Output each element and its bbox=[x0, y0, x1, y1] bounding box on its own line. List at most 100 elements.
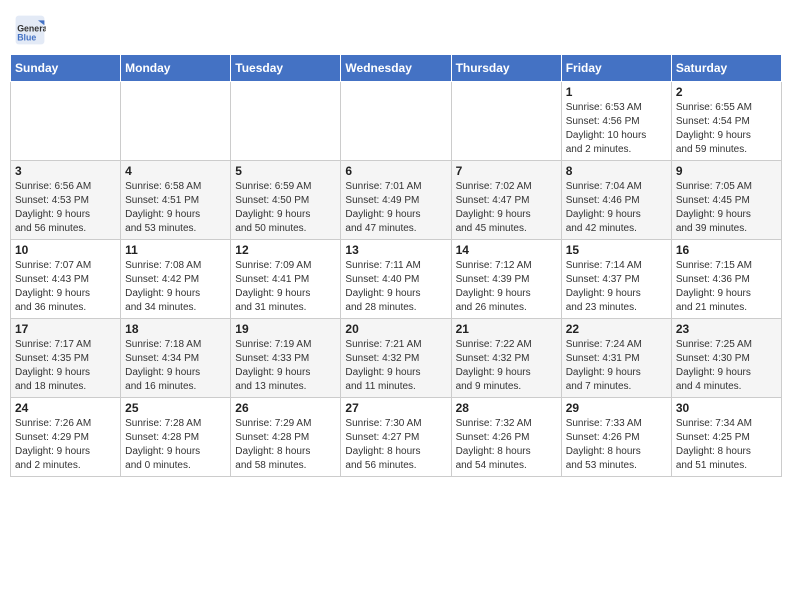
day-number: 11 bbox=[125, 243, 226, 257]
day-number: 23 bbox=[676, 322, 777, 336]
day-number: 29 bbox=[566, 401, 667, 415]
weekday-header: Wednesday bbox=[341, 55, 451, 82]
day-detail: Sunrise: 7:32 AM Sunset: 4:26 PM Dayligh… bbox=[456, 417, 557, 473]
day-number: 13 bbox=[345, 243, 446, 257]
calendar-cell bbox=[341, 82, 451, 161]
day-detail: Sunrise: 7:26 AM Sunset: 4:29 PM Dayligh… bbox=[15, 417, 116, 473]
day-detail: Sunrise: 7:33 AM Sunset: 4:26 PM Dayligh… bbox=[566, 417, 667, 473]
day-number: 24 bbox=[15, 401, 116, 415]
day-number: 3 bbox=[15, 164, 116, 178]
day-number: 12 bbox=[235, 243, 336, 257]
calendar-table: SundayMondayTuesdayWednesdayThursdayFrid… bbox=[10, 54, 782, 477]
day-detail: Sunrise: 7:05 AM Sunset: 4:45 PM Dayligh… bbox=[676, 180, 777, 236]
day-detail: Sunrise: 7:21 AM Sunset: 4:32 PM Dayligh… bbox=[345, 338, 446, 394]
calendar-cell: 9 Sunrise: 7:05 AM Sunset: 4:45 PM Daylig… bbox=[671, 161, 781, 240]
calendar-cell: 26 Sunrise: 7:29 AM Sunset: 4:28 PM Dayli… bbox=[231, 398, 341, 477]
calendar-cell: 28 Sunrise: 7:32 AM Sunset: 4:26 PM Dayli… bbox=[451, 398, 561, 477]
calendar-cell: 6 Sunrise: 7:01 AM Sunset: 4:49 PM Daylig… bbox=[341, 161, 451, 240]
day-number: 30 bbox=[676, 401, 777, 415]
day-number: 19 bbox=[235, 322, 336, 336]
day-detail: Sunrise: 7:30 AM Sunset: 4:27 PM Dayligh… bbox=[345, 417, 446, 473]
day-number: 18 bbox=[125, 322, 226, 336]
day-detail: Sunrise: 7:29 AM Sunset: 4:28 PM Dayligh… bbox=[235, 417, 336, 473]
day-detail: Sunrise: 7:17 AM Sunset: 4:35 PM Dayligh… bbox=[15, 338, 116, 394]
weekday-header: Thursday bbox=[451, 55, 561, 82]
calendar-cell: 14 Sunrise: 7:12 AM Sunset: 4:39 PM Dayli… bbox=[451, 240, 561, 319]
calendar-cell: 20Sunrise: 7:21 AM Sunset: 4:32 PM Dayli… bbox=[341, 319, 451, 398]
calendar-cell: 3Sunrise: 6:56 AM Sunset: 4:53 PM Daylig… bbox=[11, 161, 121, 240]
calendar-cell: 13 Sunrise: 7:11 AM Sunset: 4:40 PM Dayli… bbox=[341, 240, 451, 319]
calendar-cell: 21Sunrise: 7:22 AM Sunset: 4:32 PM Dayli… bbox=[451, 319, 561, 398]
weekday-header: Saturday bbox=[671, 55, 781, 82]
logo: General Blue bbox=[14, 14, 48, 46]
weekday-header: Monday bbox=[121, 55, 231, 82]
day-number: 22 bbox=[566, 322, 667, 336]
day-number: 8 bbox=[566, 164, 667, 178]
calendar-cell: 17Sunrise: 7:17 AM Sunset: 4:35 PM Dayli… bbox=[11, 319, 121, 398]
calendar-cell: 16 Sunrise: 7:15 AM Sunset: 4:36 PM Dayli… bbox=[671, 240, 781, 319]
day-number: 2 bbox=[676, 85, 777, 99]
calendar-cell bbox=[11, 82, 121, 161]
day-number: 9 bbox=[676, 164, 777, 178]
calendar-cell: 11 Sunrise: 7:08 AM Sunset: 4:42 PM Dayli… bbox=[121, 240, 231, 319]
calendar-cell: 22 Sunrise: 7:24 AM Sunset: 4:31 PM Dayli… bbox=[561, 319, 671, 398]
svg-text:Blue: Blue bbox=[17, 32, 36, 42]
calendar-cell: 27 Sunrise: 7:30 AM Sunset: 4:27 PM Dayli… bbox=[341, 398, 451, 477]
calendar-cell: 7Sunrise: 7:02 AM Sunset: 4:47 PM Daylig… bbox=[451, 161, 561, 240]
day-detail: Sunrise: 7:18 AM Sunset: 4:34 PM Dayligh… bbox=[125, 338, 226, 394]
weekday-header: Sunday bbox=[11, 55, 121, 82]
day-number: 26 bbox=[235, 401, 336, 415]
day-number: 5 bbox=[235, 164, 336, 178]
day-number: 15 bbox=[566, 243, 667, 257]
calendar-cell: 18 Sunrise: 7:18 AM Sunset: 4:34 PM Dayli… bbox=[121, 319, 231, 398]
day-number: 4 bbox=[125, 164, 226, 178]
weekday-header: Friday bbox=[561, 55, 671, 82]
calendar-cell: 29 Sunrise: 7:33 AM Sunset: 4:26 PM Dayli… bbox=[561, 398, 671, 477]
calendar-cell: 4 Sunrise: 6:58 AM Sunset: 4:51 PM Daylig… bbox=[121, 161, 231, 240]
day-detail: Sunrise: 6:58 AM Sunset: 4:51 PM Dayligh… bbox=[125, 180, 226, 236]
day-detail: Sunrise: 7:12 AM Sunset: 4:39 PM Dayligh… bbox=[456, 259, 557, 315]
day-detail: Sunrise: 7:01 AM Sunset: 4:49 PM Dayligh… bbox=[345, 180, 446, 236]
day-detail: Sunrise: 6:55 AM Sunset: 4:54 PM Dayligh… bbox=[676, 101, 777, 157]
weekday-header: Tuesday bbox=[231, 55, 341, 82]
day-detail: Sunrise: 7:25 AM Sunset: 4:30 PM Dayligh… bbox=[676, 338, 777, 394]
calendar-cell: 8Sunrise: 7:04 AM Sunset: 4:46 PM Daylig… bbox=[561, 161, 671, 240]
day-number: 28 bbox=[456, 401, 557, 415]
calendar-cell: 30Sunrise: 7:34 AM Sunset: 4:25 PM Dayli… bbox=[671, 398, 781, 477]
day-detail: Sunrise: 7:19 AM Sunset: 4:33 PM Dayligh… bbox=[235, 338, 336, 394]
day-detail: Sunrise: 7:08 AM Sunset: 4:42 PM Dayligh… bbox=[125, 259, 226, 315]
day-detail: Sunrise: 7:02 AM Sunset: 4:47 PM Dayligh… bbox=[456, 180, 557, 236]
day-detail: Sunrise: 7:24 AM Sunset: 4:31 PM Dayligh… bbox=[566, 338, 667, 394]
day-detail: Sunrise: 7:28 AM Sunset: 4:28 PM Dayligh… bbox=[125, 417, 226, 473]
day-number: 27 bbox=[345, 401, 446, 415]
calendar-cell: 25 Sunrise: 7:28 AM Sunset: 4:28 PM Dayli… bbox=[121, 398, 231, 477]
day-number: 14 bbox=[456, 243, 557, 257]
calendar-cell: 10 Sunrise: 7:07 AM Sunset: 4:43 PM Dayli… bbox=[11, 240, 121, 319]
day-detail: Sunrise: 7:14 AM Sunset: 4:37 PM Dayligh… bbox=[566, 259, 667, 315]
day-number: 1 bbox=[566, 85, 667, 99]
day-number: 16 bbox=[676, 243, 777, 257]
page-header: General Blue bbox=[10, 10, 782, 46]
calendar-cell bbox=[121, 82, 231, 161]
day-detail: Sunrise: 7:15 AM Sunset: 4:36 PM Dayligh… bbox=[676, 259, 777, 315]
day-number: 25 bbox=[125, 401, 226, 415]
calendar-cell: 19 Sunrise: 7:19 AM Sunset: 4:33 PM Dayli… bbox=[231, 319, 341, 398]
day-number: 6 bbox=[345, 164, 446, 178]
day-number: 10 bbox=[15, 243, 116, 257]
day-detail: Sunrise: 7:11 AM Sunset: 4:40 PM Dayligh… bbox=[345, 259, 446, 315]
calendar-cell bbox=[231, 82, 341, 161]
day-detail: Sunrise: 6:59 AM Sunset: 4:50 PM Dayligh… bbox=[235, 180, 336, 236]
calendar-cell bbox=[451, 82, 561, 161]
day-detail: Sunrise: 6:53 AM Sunset: 4:56 PM Dayligh… bbox=[566, 101, 667, 157]
calendar-cell: 1 Sunrise: 6:53 AM Sunset: 4:56 PM Daylig… bbox=[561, 82, 671, 161]
calendar-cell: 12 Sunrise: 7:09 AM Sunset: 4:41 PM Dayli… bbox=[231, 240, 341, 319]
logo-icon: General Blue bbox=[14, 14, 46, 46]
calendar-cell: 24 Sunrise: 7:26 AM Sunset: 4:29 PM Dayli… bbox=[11, 398, 121, 477]
calendar-header: SundayMondayTuesdayWednesdayThursdayFrid… bbox=[11, 55, 782, 82]
day-detail: Sunrise: 7:07 AM Sunset: 4:43 PM Dayligh… bbox=[15, 259, 116, 315]
day-detail: Sunrise: 7:09 AM Sunset: 4:41 PM Dayligh… bbox=[235, 259, 336, 315]
calendar-cell: 15 Sunrise: 7:14 AM Sunset: 4:37 PM Dayli… bbox=[561, 240, 671, 319]
day-detail: Sunrise: 7:22 AM Sunset: 4:32 PM Dayligh… bbox=[456, 338, 557, 394]
calendar-cell: 2 Sunrise: 6:55 AM Sunset: 4:54 PM Daylig… bbox=[671, 82, 781, 161]
calendar-cell: 5 Sunrise: 6:59 AM Sunset: 4:50 PM Daylig… bbox=[231, 161, 341, 240]
